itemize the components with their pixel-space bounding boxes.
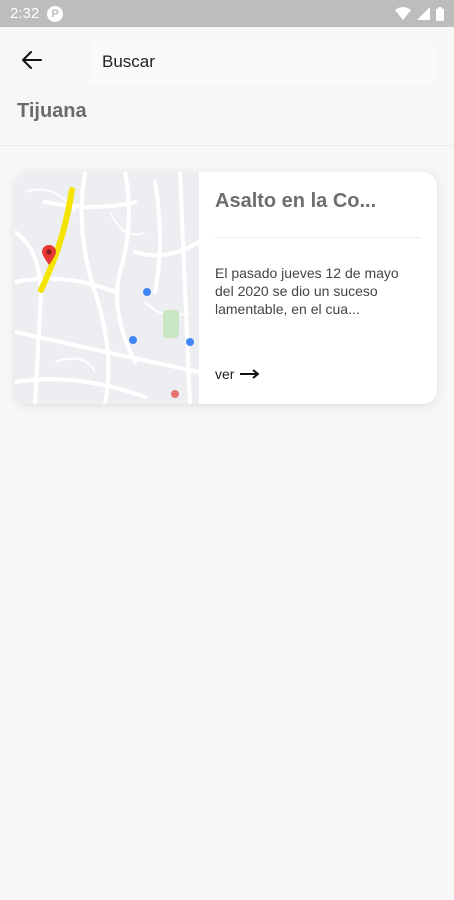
view-link-label: ver [215,366,235,382]
arrow-left-icon [22,51,42,69]
card-map [15,172,199,404]
status-icons [395,6,444,21]
map-thumbnail [15,172,199,404]
arrow-right-icon [240,369,260,379]
notification-icon: P [47,5,64,22]
battery-icon [436,6,444,21]
top-bar [0,27,454,95]
back-button[interactable] [16,44,48,76]
card-body: Asalto en la Co... El pasado jueves 12 d… [199,172,437,404]
card-title: Asalto en la Co... [215,190,377,212]
status-bar: 2:32 P [0,0,454,27]
view-link[interactable]: ver [215,366,260,382]
status-time: 2:32 [10,5,40,22]
incident-card[interactable]: Asalto en la Co... El pasado jueves 12 d… [15,172,437,404]
search-input[interactable] [102,52,434,72]
wifi-icon [395,7,411,20]
signal-icon [417,7,430,20]
card-description: El pasado jueves 12 de mayo del 2020 se … [215,265,399,317]
divider [0,145,454,146]
map-pin-icon [42,245,56,265]
card-divider [215,237,421,238]
search-box[interactable] [90,39,434,85]
city-title: Tijuana [17,100,87,122]
